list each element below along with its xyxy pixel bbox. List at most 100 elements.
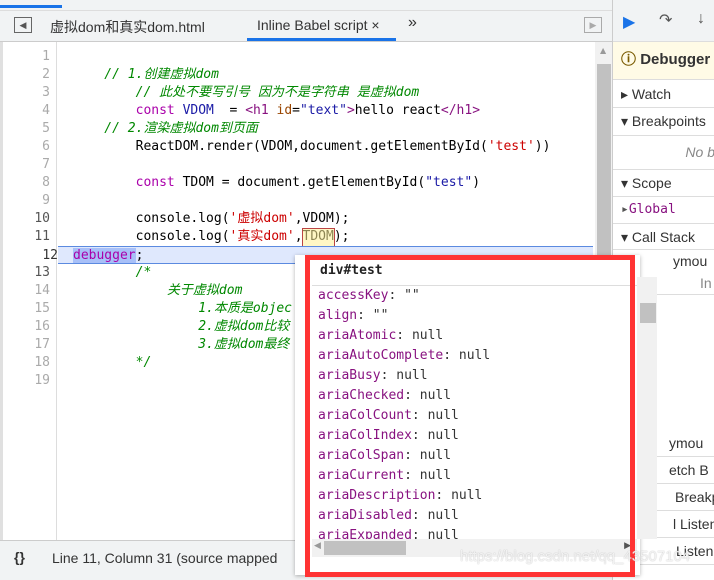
property-value: "" [404, 288, 420, 303]
property-row[interactable]: ariaCurrent: null [312, 466, 640, 486]
scroll-up-icon[interactable]: ▲ [600, 46, 606, 55]
breakpoints-section[interactable]: ▾ Breakpoints [613, 108, 714, 136]
property-row[interactable]: accessKey: "" [312, 286, 640, 306]
code-line[interactable]: 7 [3, 156, 593, 174]
pretty-print-icon[interactable]: {} [14, 549, 25, 565]
property-row[interactable]: ariaColSpan: null [312, 446, 640, 466]
line-number[interactable]: 17 [10, 336, 50, 354]
code-token: </h1> [440, 103, 481, 118]
close-tab-icon[interactable]: × [371, 17, 379, 33]
colon: : [404, 388, 420, 403]
line-number[interactable]: 1 [10, 48, 50, 66]
line-number[interactable]: 10 [10, 210, 50, 228]
more-tabs-icon[interactable]: » [408, 14, 417, 32]
line-number[interactable]: 2 [10, 66, 50, 84]
code-text: // 1.创建虚拟dom [73, 66, 219, 84]
property-row[interactable]: ariaChecked: null [312, 386, 640, 406]
property-value: null [419, 448, 452, 463]
property-row[interactable]: ariaAtomic: null [312, 326, 640, 346]
scope-section[interactable]: ▾ Scope [613, 170, 714, 197]
property-list[interactable]: accessKey: "" align: "" ariaAtomic: null ar… [312, 285, 640, 539]
code-token: VDOM [182, 103, 214, 118]
line-number[interactable]: 12 [18, 247, 58, 265]
code-text: const VDOM = <h1 id="text">hello react</… [73, 102, 480, 120]
line-number[interactable]: 11 [10, 228, 50, 246]
code-token: TDOM = document.getElementById( [182, 175, 426, 190]
code-line[interactable]: 9 [3, 192, 593, 210]
property-row[interactable]: ariaAutoComplete: null [312, 346, 640, 366]
property-row[interactable]: ariaDisabled: null [312, 506, 640, 526]
watch-label: Watch [631, 86, 672, 102]
property-key: ariaBusy [318, 368, 381, 383]
line-number[interactable]: 19 [10, 372, 50, 390]
code-line[interactable]: 3 // 此处不要写引号 因为不是字符串 是虚拟dom [3, 84, 593, 102]
code-line[interactable]: 10 console.log('虚拟dom',VDOM); [3, 210, 593, 228]
code-text: console.log('虚拟dom',VDOM); [73, 210, 350, 228]
paused-label: Debugger [640, 51, 711, 68]
line-number[interactable]: 15 [10, 300, 50, 318]
resume-icon[interactable]: ▶︎ [623, 12, 635, 32]
code-text: 3.虚拟dom最终 [73, 336, 289, 354]
section-label: l Listen [673, 516, 714, 532]
code-text: 2.虚拟dom比较 [73, 318, 289, 336]
line-number[interactable]: 3 [10, 84, 50, 102]
property-key: ariaDescription [318, 488, 436, 503]
line-number[interactable]: 7 [10, 156, 50, 174]
code-line[interactable]: 6 ReactDOM.render(VDOM,document.getEleme… [3, 138, 593, 156]
line-number[interactable]: 4 [10, 102, 50, 120]
code-token: console.log( [73, 211, 230, 226]
code-line[interactable]: 11 console.log('真实dom',TDOM); [3, 228, 593, 248]
line-number[interactable]: 9 [10, 192, 50, 210]
code-line[interactable]: 5 // 2.渲染虚拟dom到页面 [3, 120, 593, 138]
property-row[interactable]: ariaExpanded: null [312, 526, 640, 539]
popover-vscroll-thumb[interactable] [640, 303, 656, 323]
tab-inline-babel-script[interactable]: Inline Babel script × [247, 17, 396, 41]
code-text: const TDOM = document.getElementById("te… [73, 174, 480, 192]
toggle-debugger-icon[interactable]: ▶ [584, 17, 602, 33]
toggle-navigator-icon[interactable]: ◀ [14, 17, 32, 33]
scope-global[interactable]: ▸Global [613, 197, 714, 224]
property-value: null [411, 328, 444, 343]
code-text: /* [73, 264, 152, 282]
callstack-section[interactable]: ▾ Call Stack [613, 224, 714, 250]
code-token: 3.虚拟dom最终 [73, 337, 290, 352]
line-number[interactable]: 18 [10, 354, 50, 372]
code-text: // 2.渲染虚拟dom到页面 [73, 120, 258, 138]
debugger-paused-banner: ⓘ Debugger [613, 42, 714, 80]
code-token: '真实dom' [229, 229, 295, 244]
line-number[interactable]: 13 [10, 264, 50, 282]
tab-file[interactable]: 虚拟dom和真实dom.html [50, 17, 205, 37]
property-key: ariaCurrent [318, 468, 405, 483]
callstack-label: Call Stack [631, 229, 695, 245]
property-value: null [427, 408, 459, 423]
code-text: 1.本质是objec [73, 300, 292, 318]
scroll-left-icon[interactable]: ◀ [314, 541, 321, 551]
step-over-icon[interactable]: ↷ [659, 10, 672, 30]
breakpoints-label: Breakpoints [631, 113, 706, 129]
property-row[interactable]: align: "" [312, 306, 640, 326]
property-row[interactable]: ariaColCount: null [312, 406, 640, 426]
colon: : [411, 528, 428, 539]
watch-section[interactable]: ▸ Watch [613, 80, 714, 108]
property-row[interactable]: ariaColIndex: null [312, 426, 640, 446]
property-value: null [419, 468, 452, 483]
property-row[interactable]: ariaDescription: null [312, 486, 640, 506]
line-number[interactable]: 5 [10, 120, 50, 138]
code-line[interactable]: 2 // 1.创建虚拟dom [3, 66, 593, 84]
colon: : [396, 328, 412, 343]
code-line[interactable]: 4 const VDOM = <h1 id="text">hello react… [3, 102, 593, 120]
line-number[interactable]: 6 [10, 138, 50, 156]
hovered-token-highlight[interactable] [301, 228, 335, 248]
property-row[interactable]: ariaBusy: null [312, 366, 640, 386]
colon: : [380, 368, 397, 383]
code-line[interactable]: 8 const TDOM = document.getElementById("… [3, 174, 593, 192]
code-line[interactable]: 1 [3, 48, 593, 66]
line-number[interactable]: 8 [10, 174, 50, 192]
line-number[interactable]: 14 [10, 282, 50, 300]
line-number[interactable]: 16 [10, 318, 50, 336]
code-token: <h1 [245, 103, 277, 118]
top-strip [0, 0, 714, 10]
popover-hscroll-thumb[interactable] [324, 541, 406, 555]
step-into-icon[interactable]: ↓ [697, 10, 705, 28]
colon: : [388, 288, 405, 303]
